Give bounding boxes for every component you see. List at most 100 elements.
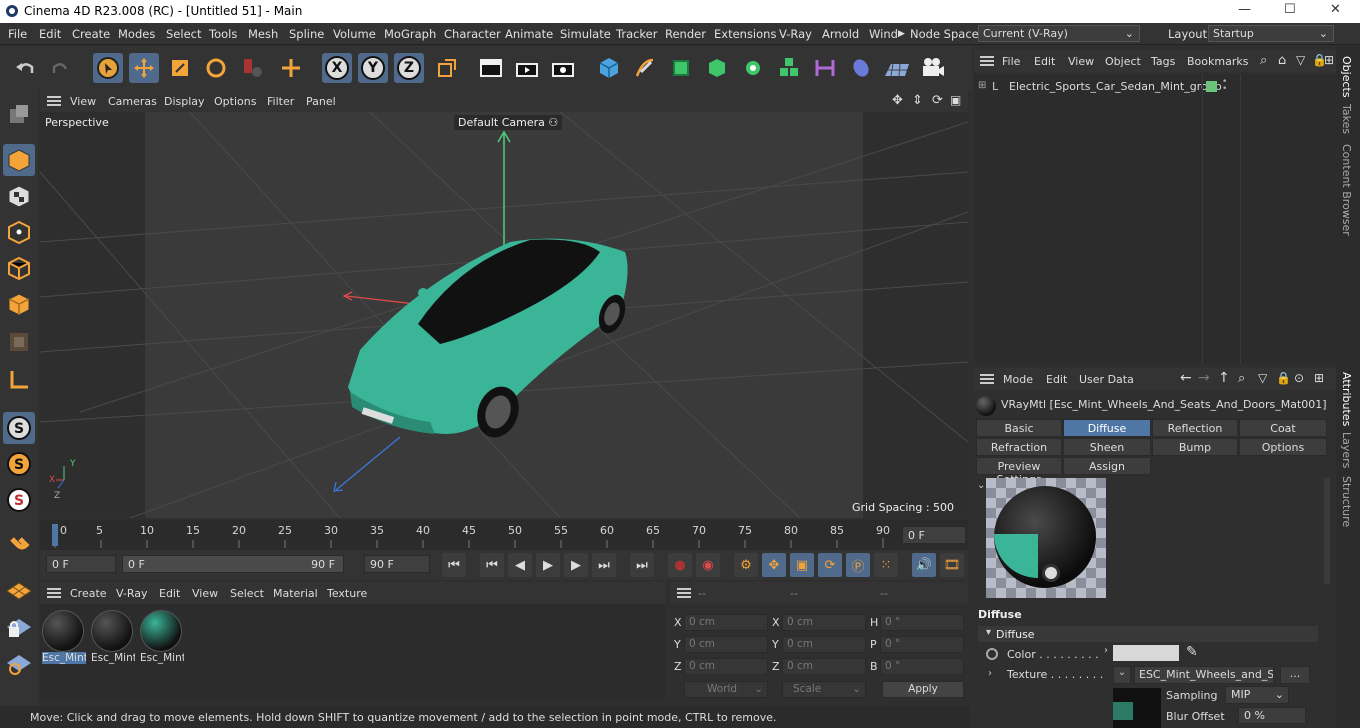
edge-mode-button[interactable] <box>3 252 35 284</box>
menu-window[interactable]: Wind <box>869 27 898 41</box>
tab-preview-settings[interactable]: Preview Settings <box>976 457 1062 486</box>
menu-arnold[interactable]: Arnold <box>822 27 859 41</box>
viewport-menu-cameras[interactable]: Cameras <box>108 95 157 108</box>
mat-menu-material[interactable]: Material <box>273 587 318 600</box>
up-arrow-icon[interactable]: ↑ <box>1218 370 1230 386</box>
rotation-p-field[interactable]: 0 ° <box>880 636 964 653</box>
tab-coat[interactable]: Coat <box>1239 419 1327 437</box>
tab-sheen[interactable]: Sheen <box>1063 438 1151 456</box>
key-parameter-button[interactable]: Ⓟ <box>846 553 870 577</box>
rotate-view-icon[interactable]: ⟳ <box>932 93 943 108</box>
goto-start-button[interactable]: ⏮ <box>442 553 466 577</box>
menu-select[interactable]: Select <box>166 27 201 41</box>
obj-menu-edit[interactable]: Edit <box>1034 55 1055 68</box>
mograph-button[interactable] <box>774 53 804 83</box>
menu-file[interactable]: File <box>8 27 27 41</box>
menu-render[interactable]: Render <box>665 27 706 41</box>
coord-space-dropdown[interactable]: World ⌄ <box>684 681 768 698</box>
timeline-ruler[interactable]: 0 5 10 15 20 25 30 35 40 45 50 55 60 65 … <box>40 520 968 550</box>
undo-button[interactable] <box>10 53 40 83</box>
close-icon[interactable]: ✕ <box>1330 2 1341 17</box>
menu-mesh[interactable]: Mesh <box>248 27 278 41</box>
side-tab-structure[interactable]: Structure <box>1340 476 1353 527</box>
viewport-menu-panel[interactable]: Panel <box>306 95 336 108</box>
visibility-dots-icon[interactable]: • • <box>1222 78 1227 94</box>
menu-animate[interactable]: Animate <box>505 27 553 41</box>
current-frame-field[interactable]: 0 F <box>902 526 966 544</box>
make-editable-button[interactable] <box>3 98 35 130</box>
viewport-menu-filter[interactable]: Filter <box>267 95 294 108</box>
camera-button[interactable] <box>918 53 948 83</box>
texture-field[interactable]: ESC_Mint_Wheels_and_Seat <box>1134 666 1274 684</box>
y-axis-lock-button[interactable]: Y <box>358 53 388 83</box>
lock-workplane-button[interactable] <box>3 612 35 644</box>
key-pla-button[interactable]: ⁙ <box>874 553 898 577</box>
size-x-field[interactable]: 0 cm <box>782 614 866 631</box>
side-tab-layers[interactable]: Layers <box>1340 432 1353 468</box>
x-axis-lock-button[interactable]: X <box>322 53 352 83</box>
mat-menu-vray[interactable]: V-Ray <box>116 587 148 600</box>
tab-reflection[interactable]: Reflection <box>1152 419 1238 437</box>
magnet-button[interactable] <box>3 530 35 562</box>
color-swatch[interactable] <box>1113 645 1179 661</box>
field-button[interactable] <box>846 53 876 83</box>
uv-mode-button[interactable] <box>3 326 35 358</box>
back-arrow-icon[interactable]: ← <box>1180 370 1192 386</box>
object-menu-icon[interactable] <box>980 56 994 66</box>
tab-refraction[interactable]: Refraction <box>976 438 1062 456</box>
recent-tools-button[interactable] <box>238 53 268 83</box>
attr-menu-user-data[interactable]: User Data <box>1079 373 1134 386</box>
obj-menu-object[interactable]: Object <box>1105 55 1141 68</box>
quantize-button[interactable]: S <box>3 484 35 516</box>
viewport-menu-options[interactable]: Options <box>214 95 256 108</box>
material-swatch[interactable]: Esc_Mint <box>140 610 184 670</box>
tab-options[interactable]: Options <box>1239 438 1327 456</box>
menu-mograph[interactable]: MoGraph <box>384 27 436 41</box>
extrude-button[interactable] <box>702 53 732 83</box>
workplane-button[interactable] <box>3 576 35 608</box>
mat-menu-texture[interactable]: Texture <box>327 587 367 600</box>
record-button[interactable]: ● <box>668 553 692 577</box>
maximize-icon[interactable]: ☐ <box>1284 2 1296 17</box>
render-picture-viewer-button[interactable] <box>512 53 542 83</box>
blur-offset-field[interactable]: 0 % <box>1238 707 1306 724</box>
attr-menu-edit[interactable]: Edit <box>1046 373 1067 386</box>
minimize-icon[interactable]: — <box>1238 2 1251 17</box>
workplane-mode-button[interactable] <box>3 648 35 680</box>
mat-menu-edit[interactable]: Edit <box>159 587 180 600</box>
position-x-field[interactable]: 0 cm <box>684 614 768 631</box>
key-rotation-button[interactable]: ⟳ <box>818 553 842 577</box>
side-tab-content-browser[interactable]: Content Browser <box>1340 144 1353 236</box>
attr-menu-mode[interactable]: Mode <box>1003 373 1033 386</box>
pen-spline-button[interactable] <box>630 53 660 83</box>
filter-icon[interactable]: ▽ <box>1296 53 1305 67</box>
model-mode-button[interactable] <box>3 144 35 176</box>
expand-arrow-icon[interactable]: › <box>988 668 992 679</box>
cloner-button[interactable] <box>738 53 768 83</box>
tab-diffuse[interactable]: Diffuse <box>1063 419 1151 437</box>
material-menu-icon[interactable] <box>47 588 61 598</box>
viewport-menu-icon[interactable] <box>47 96 61 106</box>
coord-mode-dropdown[interactable]: Scale ⌄ <box>782 681 866 698</box>
rotate-tool-button[interactable] <box>201 53 231 83</box>
sampling-dropdown[interactable]: MIP ⌄ <box>1225 686 1289 704</box>
preview-range-slider[interactable]: 0 F 90 F <box>122 555 344 573</box>
eyedropper-icon[interactable]: ✎ <box>1186 644 1198 660</box>
viewport-menu-view[interactable]: View <box>70 95 96 108</box>
film-button[interactable]: 🎞 <box>940 553 964 577</box>
menu-extensions[interactable]: Extensions <box>714 27 776 41</box>
position-y-field[interactable]: 0 cm <box>684 636 768 653</box>
coordinates-menu-icon[interactable] <box>677 588 691 598</box>
deformer-button[interactable] <box>810 53 840 83</box>
tab-bump[interactable]: Bump <box>1152 438 1238 456</box>
next-key-button[interactable]: ⏭ <box>592 553 616 577</box>
menu-spline[interactable]: Spline <box>289 27 324 41</box>
redo-button[interactable] <box>46 53 76 83</box>
point-mode-button[interactable] <box>3 216 35 248</box>
layer-color-icon[interactable] <box>1206 81 1217 92</box>
side-tab-takes[interactable]: Takes <box>1340 104 1353 134</box>
dolly-view-icon[interactable]: ⇕ <box>912 93 923 108</box>
side-tab-attributes[interactable]: Attributes <box>1340 372 1353 426</box>
snap-settings-button[interactable]: S <box>3 448 35 480</box>
layout-dropdown[interactable]: Startup ⌄ <box>1208 25 1334 42</box>
